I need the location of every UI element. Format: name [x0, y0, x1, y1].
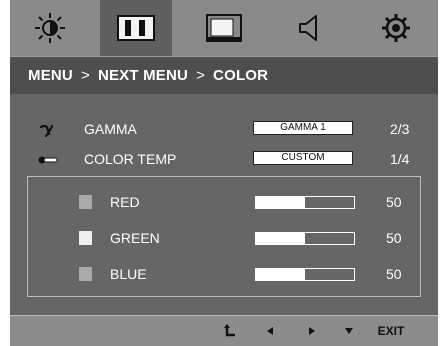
breadcrumb: MENU > NEXT MENU > COLOR: [10, 56, 438, 94]
green-slider[interactable]: [255, 232, 355, 245]
tab-sound[interactable]: [274, 0, 346, 56]
tab-brightness[interactable]: [14, 0, 86, 56]
triangle-down-icon: [345, 328, 353, 334]
right-button[interactable]: [304, 323, 320, 339]
green-slider-fill: [256, 233, 305, 244]
green-value: 50: [386, 230, 402, 246]
screen-icon: [206, 14, 242, 42]
blue-label: BLUE: [110, 266, 147, 282]
breadcrumb-color: COLOR: [213, 67, 269, 84]
thermometer-icon: [38, 156, 58, 164]
channel-row-blue[interactable]: BLUE 50: [28, 263, 420, 287]
setting-row-gamma[interactable]: GAMMA GAMMA 1 2/3: [10, 118, 438, 142]
gamma-label: GAMMA: [84, 121, 137, 137]
osd-panel: MENU > NEXT MENU > COLOR GAMMA GAMMA 1 2…: [10, 0, 438, 346]
sound-icon: [299, 15, 317, 41]
blue-swatch: [79, 267, 92, 281]
tab-bar: [10, 0, 438, 57]
color-temp-position: 1/4: [390, 151, 410, 167]
blue-slider[interactable]: [255, 268, 355, 281]
breadcrumb-menu: MENU: [28, 67, 73, 84]
settings-icon: [382, 14, 410, 42]
tab-screen[interactable]: [188, 0, 260, 56]
breadcrumb-separator: >: [80, 67, 90, 84]
blue-value: 50: [386, 266, 402, 282]
back-button[interactable]: [220, 323, 240, 339]
custom-color-panel: RED 50 GREEN 50 BLUE 50: [27, 176, 421, 297]
picture-icon: [117, 15, 155, 41]
triangle-right-icon: [309, 327, 315, 335]
menu-content: GAMMA GAMMA 1 2/3 COLOR TEMP CUSTOM 1/4 …: [10, 94, 438, 315]
exit-button[interactable]: EXIT: [374, 323, 408, 339]
blue-slider-fill: [256, 269, 305, 280]
setting-row-color-temp[interactable]: COLOR TEMP CUSTOM 1/4: [10, 148, 438, 172]
color-temp-value[interactable]: CUSTOM: [253, 151, 353, 165]
bottom-button-bar: EXIT: [10, 315, 438, 346]
return-arrow-icon: [224, 324, 235, 337]
red-value: 50: [386, 194, 402, 210]
red-swatch: [79, 195, 92, 209]
red-slider[interactable]: [255, 196, 355, 209]
red-label: RED: [110, 194, 140, 210]
green-label: GREEN: [110, 230, 160, 246]
breadcrumb-separator: >: [196, 67, 206, 84]
channel-row-red[interactable]: RED 50: [28, 191, 420, 215]
gamma-position: 2/3: [390, 121, 410, 137]
brightness-icon: [35, 13, 65, 43]
channel-row-green[interactable]: GREEN 50: [28, 227, 420, 251]
color-temp-label: COLOR TEMP: [84, 151, 177, 167]
green-swatch: [79, 231, 92, 245]
left-button[interactable]: [262, 323, 278, 339]
gamma-value[interactable]: GAMMA 1: [253, 121, 353, 135]
triangle-left-icon: [267, 327, 273, 335]
gamma-icon: [39, 124, 54, 138]
breadcrumb-next-menu: NEXT MENU: [97, 67, 189, 84]
tab-settings[interactable]: [360, 0, 432, 56]
tab-picture[interactable]: [100, 0, 172, 56]
red-slider-fill: [256, 197, 305, 208]
down-button[interactable]: [341, 323, 357, 339]
